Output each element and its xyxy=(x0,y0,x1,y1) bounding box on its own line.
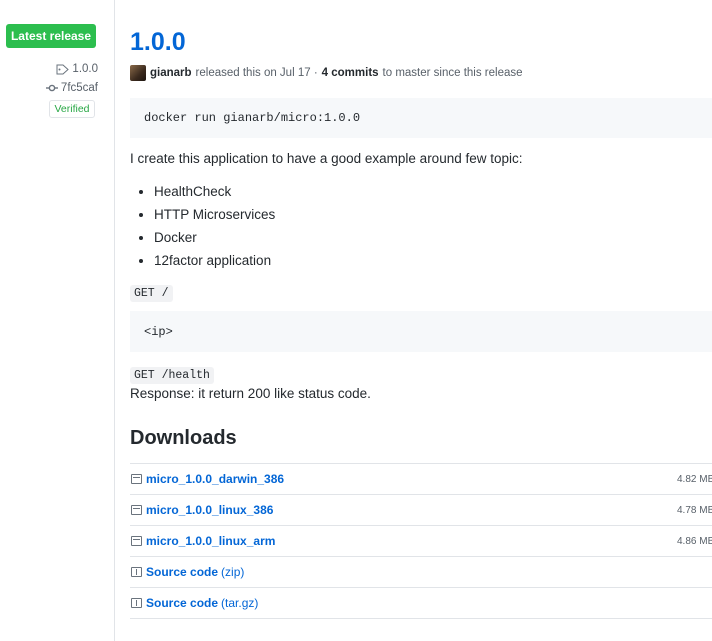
release-body: 1.0.0 gianarb released this on Jul 17 · … xyxy=(130,0,712,641)
author-link[interactable]: gianarb xyxy=(150,67,192,79)
list-item: HTTP Microservices xyxy=(154,203,275,226)
package-icon xyxy=(131,474,142,484)
download-row[interactable]: Source code (tar.gz) xyxy=(130,587,712,619)
inline-code-get-root: GET / xyxy=(130,285,173,302)
download-link[interactable]: micro_1.0.0_darwin_386 xyxy=(146,472,284,486)
package-icon xyxy=(131,536,142,546)
tag-label: 1.0.0 xyxy=(72,63,98,75)
format-label[interactable]: (tar.gz) xyxy=(221,596,258,610)
code-block-docker: docker run gianarb/micro:1.0.0 xyxy=(130,98,712,138)
commit-link[interactable]: 7fc5caf xyxy=(45,82,98,94)
download-row[interactable]: micro_1.0.0_linux_386 4.78 MB xyxy=(130,494,712,525)
download-row[interactable]: Source code (zip) xyxy=(130,556,712,587)
list-item: HealthCheck xyxy=(154,180,275,203)
docker-command: docker run gianarb/micro:1.0.0 xyxy=(144,111,361,125)
inline-code-get-health: GET /health xyxy=(130,367,214,384)
latest-release-badge: Latest release xyxy=(6,24,96,48)
release-sidebar: Latest release 1.0.0 7fc5caf Verified xyxy=(0,0,115,641)
download-row[interactable]: micro_1.0.0_linux_arm 4.86 MB xyxy=(130,525,712,556)
file-size: 4.82 MB xyxy=(677,473,712,485)
intro-text: I create this application to have a good… xyxy=(130,151,523,166)
download-link[interactable]: micro_1.0.0_linux_386 xyxy=(146,503,273,517)
commits-suffix: to master since this release xyxy=(382,67,523,79)
download-link[interactable]: micro_1.0.0_linux_arm xyxy=(146,534,275,548)
list-item: Docker xyxy=(154,226,275,249)
released-text: released this on Jul 17 · xyxy=(195,67,318,79)
release-byline: gianarb released this on Jul 17 · 4 comm… xyxy=(130,65,523,81)
list-item: 12factor application xyxy=(154,249,275,272)
avatar[interactable] xyxy=(130,65,146,81)
source-code-zip-link[interactable]: Source code xyxy=(146,565,218,579)
commits-link[interactable]: 4 commits xyxy=(322,67,379,79)
file-size: 4.86 MB xyxy=(677,535,712,547)
release-title[interactable]: 1.0.0 xyxy=(130,24,186,60)
download-row[interactable]: micro_1.0.0_darwin_386 4.82 MB xyxy=(130,463,712,494)
topic-list: HealthCheck HTTP Microservices Docker 12… xyxy=(130,180,275,272)
code-block-ip: <ip> xyxy=(130,311,712,352)
commit-sha: 7fc5caf xyxy=(60,82,98,94)
package-icon xyxy=(131,505,142,515)
source-code-targz-link[interactable]: Source code xyxy=(146,596,218,610)
ip-output: <ip> xyxy=(144,324,173,339)
downloads-list: micro_1.0.0_darwin_386 4.82 MB micro_1.0… xyxy=(130,463,712,619)
format-label[interactable]: (zip) xyxy=(221,565,244,579)
downloads-heading: Downloads xyxy=(130,427,237,449)
file-zip-icon xyxy=(131,567,142,577)
commit-icon xyxy=(45,84,58,92)
response-text: Response: it return 200 like status code… xyxy=(130,386,371,401)
tag-link[interactable]: 1.0.0 xyxy=(56,63,98,75)
file-zip-icon xyxy=(131,598,142,608)
verified-badge[interactable]: Verified xyxy=(49,100,95,118)
tag-icon xyxy=(56,64,70,74)
file-size: 4.78 MB xyxy=(677,504,712,516)
